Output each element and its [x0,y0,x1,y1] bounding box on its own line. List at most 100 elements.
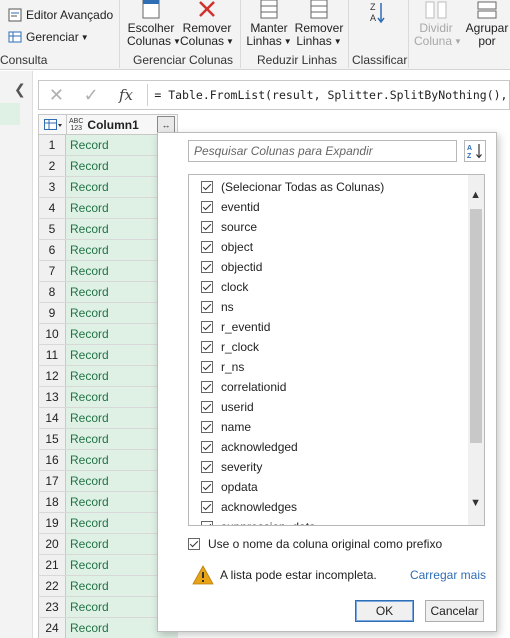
row-number[interactable]: 7 [38,261,66,281]
column-option-item[interactable]: r_ns [189,357,484,377]
row-number[interactable]: 17 [38,471,66,491]
formula-input[interactable]: = Table.FromList(result, Splitter.SplitB… [154,88,509,102]
row-number[interactable]: 5 [38,219,66,239]
column-option-label: ns [221,300,234,314]
column-checkbox[interactable] [201,281,213,293]
split-column-button[interactable]: Dividir Coluna ▼ [414,0,462,48]
column-checkbox[interactable] [201,261,213,273]
column-option-item[interactable]: severity [189,457,484,477]
group-by-button[interactable]: Agrupar por [464,0,510,48]
row-number[interactable]: 12 [38,366,66,386]
row-number[interactable]: 14 [38,408,66,428]
column-option-item[interactable]: objectid [189,257,484,277]
row-number[interactable]: 4 [38,198,66,218]
column-option-item[interactable]: acknowledges [189,497,484,517]
column-checkbox[interactable] [201,521,213,525]
prefix-option[interactable]: Use o nome da coluna original como prefi… [188,537,442,551]
column-checkbox[interactable] [201,481,213,493]
column-option-item[interactable]: eventid [189,197,484,217]
row-number[interactable]: 3 [38,177,66,197]
row-number[interactable]: 1 [38,135,66,155]
column-checkbox[interactable] [201,401,213,413]
commit-formula-icon[interactable]: ✓ [74,85,109,106]
column-checkbox[interactable] [201,441,213,453]
row-number[interactable]: 20 [38,534,66,554]
row-number[interactable]: 10 [38,324,66,344]
advanced-editor-button[interactable]: Editor Avançado [8,8,113,22]
column-checkbox[interactable] [201,341,213,353]
table-menu-icon[interactable] [39,115,67,134]
row-number[interactable]: 22 [38,576,66,596]
column-checkbox[interactable] [201,221,213,233]
column-option-item[interactable]: suppression_data [189,517,484,525]
scroll-down-icon[interactable]: ▼ [470,497,481,509]
remove-columns-icon [192,0,222,20]
keep-rows-icon [254,0,284,20]
column-checkbox[interactable] [201,301,213,313]
column-option-item[interactable]: correlationid [189,377,484,397]
column-checkbox[interactable] [201,181,213,193]
warning-icon [192,565,214,585]
columns-scrollbar[interactable]: ▲ ▼ [468,175,484,525]
remove-columns-button[interactable]: Remover Colunas ▼ [180,0,234,48]
column-option-label: r_clock [221,340,260,354]
column-checkbox[interactable] [201,381,213,393]
scroll-thumb[interactable] [470,209,482,443]
load-more-link[interactable]: Carregar mais [410,568,486,582]
cancel-formula-icon[interactable]: ✕ [39,85,74,106]
column-option-item[interactable]: opdata [189,477,484,497]
row-number[interactable]: 15 [38,429,66,449]
row-number[interactable]: 9 [38,303,66,323]
column-option-item[interactable]: object [189,237,484,257]
group-separator [348,0,349,68]
row-number[interactable]: 16 [38,450,66,470]
row-number[interactable]: 11 [38,345,66,365]
expand-column-icon[interactable]: ↔ [157,116,175,133]
search-columns-input[interactable]: Pesquisar Colunas para Expandir [188,140,457,162]
column1-name: Column1 [87,117,139,132]
table-icon [8,31,22,43]
column-checkbox[interactable] [201,241,213,253]
remove-rows-label-2: Linhas [296,34,332,48]
select-all-item[interactable]: (Selecionar Todas as Colunas) [189,177,484,197]
column-checkbox[interactable] [201,461,213,473]
column-option-item[interactable]: ns [189,297,484,317]
sort-descending-button[interactable]: ZA [362,0,392,28]
column-checkbox[interactable] [201,501,213,513]
split-column-icon [421,0,451,20]
keep-rows-button[interactable]: Manter Linhas ▼ [246,0,292,48]
row-number[interactable]: 24 [38,618,66,638]
chevron-left-icon[interactable]: ❮ [14,81,26,98]
row-number[interactable]: 2 [38,156,66,176]
row-number[interactable]: 13 [38,387,66,407]
row-number[interactable]: 18 [38,492,66,512]
scroll-up-icon[interactable]: ▲ [470,189,481,201]
column-option-item[interactable]: name [189,417,484,437]
column-checkbox[interactable] [201,201,213,213]
any-type-icon[interactable]: ABC 123 [69,118,83,132]
column-option-item[interactable]: source [189,217,484,237]
choose-columns-button[interactable]: Escolher Colunas ▼ [127,0,181,48]
column-option-item[interactable]: userid [189,397,484,417]
sort-az-icon[interactable]: AZ [464,140,486,162]
remove-rows-button[interactable]: Remover Linhas ▼ [294,0,344,48]
row-number[interactable]: 8 [38,282,66,302]
column-option-item[interactable]: acknowledged [189,437,484,457]
column-checkbox[interactable] [201,321,213,333]
choose-columns-label-2: Colunas [127,34,172,48]
cancel-button[interactable]: Cancelar [425,600,484,622]
fx-icon[interactable]: fx [109,86,144,104]
ok-button[interactable]: OK [355,600,414,622]
manage-button[interactable]: Gerenciar ▼ [8,30,89,44]
column-option-item[interactable]: r_eventid [189,317,484,337]
row-number[interactable]: 6 [38,240,66,260]
column-option-item[interactable]: r_clock [189,337,484,357]
svg-text:A: A [467,145,472,152]
row-number[interactable]: 19 [38,513,66,533]
row-number[interactable]: 21 [38,555,66,575]
prefix-checkbox[interactable] [188,538,200,550]
column-checkbox[interactable] [201,421,213,433]
row-number[interactable]: 23 [38,597,66,617]
column-checkbox[interactable] [201,361,213,373]
column-option-item[interactable]: clock [189,277,484,297]
